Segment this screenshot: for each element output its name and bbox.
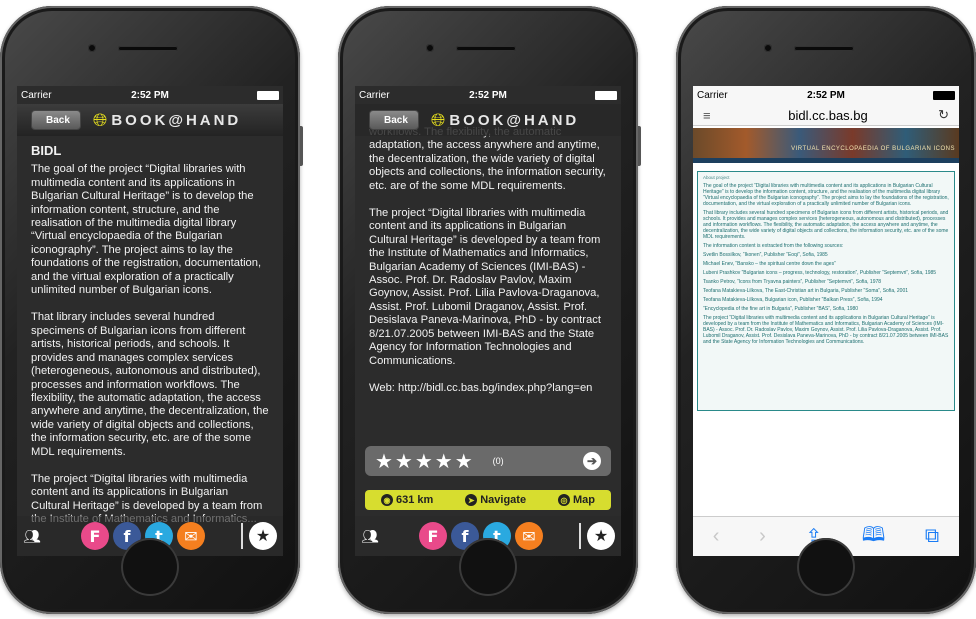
foursquare-icon[interactable]: F — [81, 522, 109, 550]
globe-icon: 🌐︎ — [92, 109, 108, 130]
brand-title: BOOK@HAND — [449, 111, 580, 129]
site-paragraph: “Encyclopedia of the fine art in Bulgari… — [703, 306, 859, 312]
reader-icon[interactable]: ≡ — [703, 108, 723, 123]
home-button[interactable] — [121, 538, 179, 596]
site-paragraph: Svetlin Bossilkov, “Ikonen”, Publisher “… — [703, 252, 828, 258]
safari-screen: Carrier 2:52 PM ≡ bidl.cc.bas.bg ↻ VIRTU… — [693, 86, 959, 556]
safari-toolbar: Carrier 2:52 PM ≡ bidl.cc.bas.bg ↻ — [693, 86, 959, 126]
site-banner-title: VIRTUAL ENCYCLOPAEDIA OF BULGARIAN ICONS — [791, 146, 955, 152]
map-button[interactable]: ◎ Map — [558, 494, 595, 506]
app-header: Back 🌐︎ BOOK@HAND — [17, 104, 283, 136]
reload-icon[interactable]: ↻ — [933, 107, 949, 123]
site-paragraph: Tsanko Petrov, “Icons from Tryavna paint… — [703, 279, 882, 285]
status-bar: Carrier 2:52 PM — [17, 86, 283, 104]
rating-bar[interactable]: ★★★★★ (0) ➔ — [365, 446, 611, 476]
favorite-star-icon[interactable]: ★ — [249, 522, 277, 550]
tabs-icon[interactable]: ⧉ — [925, 525, 939, 548]
navigate-label: Navigate — [480, 494, 527, 506]
back-button[interactable]: Back — [369, 110, 419, 130]
article-paragraph: The project “Digital libraries with mult… — [369, 207, 601, 367]
home-button[interactable] — [797, 538, 855, 596]
navigate-icon: ➤ — [465, 494, 478, 506]
status-time: 2:52 PM — [469, 89, 507, 101]
bookmarks-icon[interactable]: 🕮︎ — [862, 520, 886, 554]
phone-frame-2: workflows. The flexibility, the automati… — [338, 6, 641, 614]
status-bar: Carrier 2:52 PM — [355, 86, 621, 104]
earpiece-speaker — [118, 46, 178, 51]
forward-arrow-icon[interactable]: › — [759, 525, 766, 548]
earpiece-speaker — [794, 46, 854, 51]
status-time: 2:52 PM — [807, 89, 845, 101]
distance-label: 631 km — [395, 494, 434, 506]
article-scroll-region: workflows. The flexibility, the automati… — [369, 126, 607, 409]
site-box-header: About project — [703, 175, 730, 180]
rating-stars[interactable]: ★★★★★ — [375, 449, 475, 474]
status-time: 2:52 PM — [131, 89, 169, 101]
article-paragraph: The goal of the project “Digital librari… — [31, 163, 262, 297]
url-field[interactable]: bidl.cc.bas.bg — [723, 108, 933, 123]
article-title: BIDL — [31, 143, 62, 158]
site-paragraph: The information content is extracted fro… — [703, 243, 844, 249]
brand-title: BOOK@HAND — [111, 111, 242, 129]
tab-divider — [579, 523, 581, 549]
site-paragraph: Lubeni Prashkov “Bulgarian icons – progr… — [703, 270, 937, 276]
people-icon[interactable]: 👥︎ — [23, 528, 51, 545]
app-screen-article-scrolled: workflows. The flexibility, the automati… — [355, 86, 621, 556]
mail-icon[interactable]: ✉ — [177, 522, 205, 550]
site-nav[interactable] — [693, 158, 959, 163]
status-bar: Carrier 2:52 PM — [693, 86, 959, 104]
earpiece-speaker — [456, 46, 516, 51]
tab-divider — [241, 523, 243, 549]
site-paragraph: That library includes several hundred sp… — [703, 210, 949, 240]
distance-button[interactable]: ◉ 631 km — [380, 494, 434, 506]
phone-frame-1: Carrier 2:52 PM Back 🌐︎ BOOK@HAND BIDL T… — [0, 6, 303, 614]
site-banner: VIRTUAL ENCYCLOPAEDIA OF BULGARIAN ICONS — [693, 128, 959, 158]
globe-map-icon: ◎ — [558, 494, 571, 506]
mail-icon[interactable]: ✉ — [515, 522, 543, 550]
foursquare-icon[interactable]: F — [419, 522, 447, 550]
globe-icon: 🌐︎ — [430, 109, 446, 130]
app-screen-article: Carrier 2:52 PM Back 🌐︎ BOOK@HAND BIDL T… — [17, 86, 283, 556]
site-paragraph: Michael Enev, “Bansko – the spiritual ce… — [703, 261, 836, 267]
app-header: Back 🌐︎ BOOK@HAND — [355, 104, 621, 136]
front-camera — [764, 44, 772, 52]
address-bar: ≡ bidl.cc.bas.bg ↻ — [693, 104, 959, 126]
home-button[interactable] — [459, 538, 517, 596]
rating-count: (0) — [492, 456, 504, 466]
arrow-right-icon[interactable]: ➔ — [583, 452, 601, 470]
site-content-box: About project The goal of the project “D… — [697, 171, 955, 411]
site-paragraph: Teofana Matakieva-Lilkova, The East-Chri… — [703, 288, 909, 294]
people-icon[interactable]: 👥︎ — [361, 528, 389, 545]
app-logo: 🌐︎ BOOK@HAND — [431, 110, 579, 131]
app-logo: 🌐︎ BOOK@HAND — [93, 110, 241, 131]
map-label: Map — [573, 494, 596, 506]
navigate-button[interactable]: ➤ Navigate — [465, 494, 526, 506]
back-arrow-icon[interactable]: ‹ — [713, 525, 720, 548]
article-paragraph: workflows. The flexibility, the automati… — [369, 126, 606, 192]
site-paragraph: The project “Digital libraries with mult… — [703, 315, 949, 345]
location-actions: ◉ 631 km ➤ Navigate ◎ Map — [365, 490, 611, 510]
front-camera — [88, 44, 96, 52]
back-button[interactable]: Back — [31, 110, 81, 130]
site-paragraph: The goal of the project “Digital librari… — [703, 183, 949, 207]
location-icon: ◉ — [380, 494, 393, 506]
article-content[interactable]: BIDL The goal of the project “Digital li… — [17, 136, 283, 556]
article-paragraph: That library includes several hundred sp… — [31, 311, 269, 458]
favorite-star-icon[interactable]: ★ — [587, 522, 615, 550]
phone-frame-3: Carrier 2:52 PM ≡ bidl.cc.bas.bg ↻ VIRTU… — [676, 6, 976, 614]
site-paragraph: Teofana Matakieva-Lilkova, Bulgarian ico… — [703, 297, 883, 303]
article-web-link[interactable]: Web: http://bidl.cc.bas.bg/index.php?lan… — [369, 382, 607, 395]
front-camera — [426, 44, 434, 52]
